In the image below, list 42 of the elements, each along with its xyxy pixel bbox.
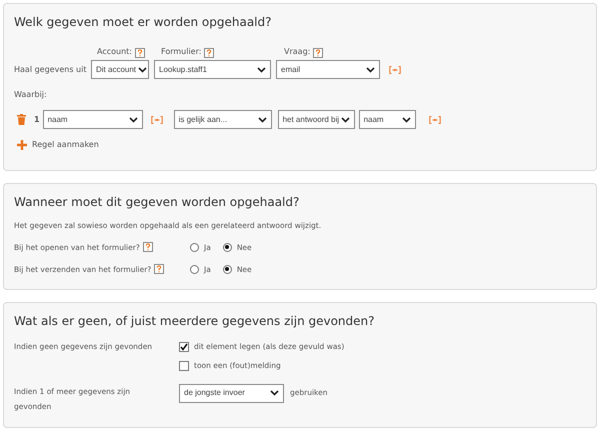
radio-button[interactable] xyxy=(190,242,199,252)
field-label: Vraag: xyxy=(284,46,310,58)
dropdown[interactable]: naam xyxy=(42,110,143,129)
caret-icon xyxy=(257,66,266,72)
help-icon[interactable] xyxy=(154,264,164,274)
field-label: Account: xyxy=(97,46,132,58)
checkbox[interactable] xyxy=(179,342,189,352)
help-icon[interactable] xyxy=(142,242,153,252)
field-label: Formulier: xyxy=(161,46,202,58)
checkbox[interactable] xyxy=(179,360,189,371)
radio-button[interactable] xyxy=(222,242,232,252)
help-icon[interactable] xyxy=(204,48,214,58)
caret-icon xyxy=(341,116,350,122)
dropdown[interactable]: naam xyxy=(358,110,416,129)
caret-icon xyxy=(138,66,148,72)
dropdown[interactable]: het antwoord bij xyxy=(278,110,355,129)
dropdown[interactable]: is gelijk aan... xyxy=(174,110,272,129)
section-title: Wat als er geen, of juist meerdere gegevens zijn gevonden? xyxy=(14,313,375,330)
link-icon[interactable] xyxy=(150,116,163,124)
trash-icon[interactable] xyxy=(17,114,26,125)
dropdown[interactable]: Dit account xyxy=(91,60,149,79)
caret-icon xyxy=(402,116,411,122)
help-icon[interactable] xyxy=(313,48,324,58)
dropdown[interactable]: email xyxy=(276,60,380,79)
plus-icon xyxy=(17,140,27,150)
row-number: 1 xyxy=(34,114,40,126)
caret-icon xyxy=(128,116,138,122)
link-icon[interactable] xyxy=(389,66,401,74)
add-rule-button[interactable]: Regel aanmaken xyxy=(17,139,99,151)
caret-icon xyxy=(270,390,279,396)
radio-button[interactable] xyxy=(190,264,199,274)
caret-icon xyxy=(366,66,375,72)
row-label: Waarbij: xyxy=(14,89,47,101)
caret-icon xyxy=(258,116,267,122)
section-title: Welk gegeven moet er worden opgehaald? xyxy=(14,14,272,31)
dropdown[interactable]: de jongste invoer xyxy=(179,384,284,402)
link-icon[interactable] xyxy=(428,116,441,124)
dropdown[interactable]: Lookup.staff1 xyxy=(154,60,271,79)
section-title: Wanneer moet dit gegeven worden opgehaald? xyxy=(14,194,300,211)
radio-button[interactable] xyxy=(222,264,232,274)
row-label: Haal gegevens uit xyxy=(14,64,86,76)
help-icon[interactable] xyxy=(135,48,145,58)
